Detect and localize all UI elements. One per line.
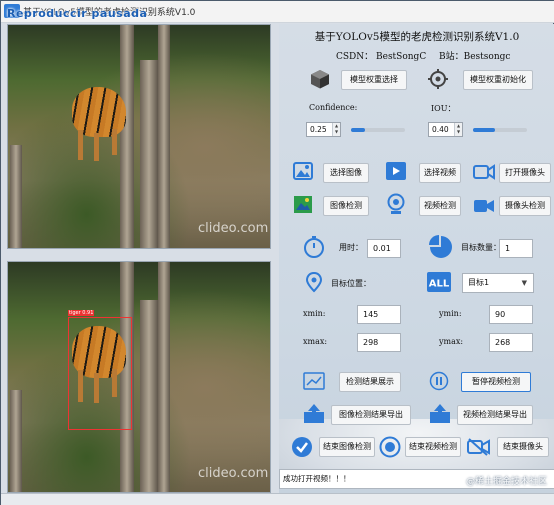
source-watermark: @稀土掘金技术社区: [465, 477, 547, 487]
fence-post: [10, 390, 22, 492]
end-video-button[interactable]: 结束视频检测: [405, 437, 461, 457]
target-select-value: 目标1: [468, 278, 490, 287]
line-chart-icon: [303, 372, 325, 390]
video-detect-button[interactable]: 视频检测: [419, 196, 461, 216]
stop-record-icon: [379, 436, 401, 458]
confidence-slider[interactable]: [351, 128, 405, 132]
video-file-icon: [386, 162, 406, 180]
count-label: 目标数量：: [461, 243, 501, 252]
detection-label: tiger 0.91: [68, 310, 95, 316]
iou-slider[interactable]: [473, 128, 527, 132]
end-image-button[interactable]: 结束图像检测: [319, 437, 375, 457]
all-icon: ALL: [427, 272, 451, 292]
detection-image-view: tiger 0.91 clideo.com: [7, 261, 271, 493]
detection-box: [68, 317, 132, 430]
chevron-down-icon: ▼: [521, 279, 527, 287]
iou-slider-fill: [473, 128, 495, 132]
init-weights-button[interactable]: 模型权重初始化: [463, 70, 533, 90]
spin-arrows-icon[interactable]: ▲ ▼: [454, 123, 462, 136]
bilibili-label: B站：Bestsongc: [439, 52, 511, 62]
xmin-field[interactable]: 145: [357, 305, 401, 324]
camera-detect-button[interactable]: 摄像头检测: [499, 196, 551, 216]
xmax-field[interactable]: 298: [357, 333, 401, 352]
ymax-label: ymax:: [439, 337, 464, 346]
clock-icon: [304, 236, 324, 258]
iou-value: 0.40: [432, 125, 449, 134]
ymin-field[interactable]: 90: [489, 305, 533, 324]
time-label: 用时：: [339, 243, 363, 252]
spin-arrows-icon[interactable]: ▲ ▼: [332, 123, 340, 136]
export-video-button[interactable]: 视频检测结果导出: [457, 405, 533, 425]
check-circle-icon: [292, 437, 312, 457]
control-panel: 基于YOLOv5模型的老虎检测识别系统V1.0 CSDN： BestSongC …: [279, 24, 554, 505]
pie-chart-icon: [429, 235, 452, 258]
webcam-icon: [387, 193, 405, 214]
target-icon: [428, 69, 448, 89]
video-camera-icon: [474, 200, 494, 212]
image-detect-icon: [294, 196, 312, 213]
show-results-button[interactable]: 检测结果展示: [339, 372, 401, 392]
fence-post: [10, 145, 22, 248]
image-detect-button[interactable]: 图像检测: [323, 196, 369, 216]
fence-post: [140, 60, 158, 248]
count-field[interactable]: 1: [499, 239, 533, 258]
fence-post: [158, 25, 170, 248]
pause-icon: [429, 371, 449, 391]
position-label: 目标位置：: [331, 279, 371, 288]
tiger-leg: [94, 133, 99, 161]
tiger-leg: [78, 130, 83, 160]
target-select[interactable]: 目标1 ▼: [462, 273, 534, 293]
confidence-slider-fill: [351, 128, 365, 132]
image-icon: [293, 162, 313, 180]
end-camera-button[interactable]: 结束摄像头: [497, 437, 549, 457]
app-window: 基于YOLOv5模型的老虎检测识别系统V1.0 Reproduccir paus…: [0, 0, 554, 505]
window-status-bar: [1, 493, 554, 505]
xmin-label: xmin:: [303, 309, 326, 318]
fence-post: [158, 262, 170, 492]
fence-post: [140, 300, 158, 492]
csdn-label: CSDN： BestSongC: [336, 52, 427, 62]
confidence-spinbox[interactable]: 0.25 ▲ ▼: [306, 122, 341, 137]
ymax-field[interactable]: 268: [489, 333, 533, 352]
ymin-label: ymin:: [439, 309, 462, 318]
fence-post: [120, 25, 134, 248]
iou-label: IOU：: [431, 104, 456, 113]
select-video-button[interactable]: 选择视频: [419, 163, 461, 183]
original-image-view: clideo.com: [7, 24, 271, 249]
open-camera-button[interactable]: 打开摄像头: [499, 163, 551, 183]
export-video-icon: [430, 404, 450, 423]
cube-icon: [311, 70, 329, 89]
camera-icon: [473, 164, 495, 180]
tiger-scene: [8, 262, 270, 492]
export-image-button[interactable]: 图像检测结果导出: [331, 405, 411, 425]
clideo-watermark: clideo.com: [198, 466, 269, 481]
confidence-value: 0.25: [310, 125, 327, 134]
xmax-label: xmax:: [303, 337, 328, 346]
svg-text:ALL: ALL: [429, 279, 450, 290]
camera-off-icon: [467, 438, 490, 456]
pause-video-button[interactable]: 暂停视频检测: [461, 372, 531, 392]
confidence-label: Confidence:: [309, 103, 358, 112]
tiger-scene: [8, 25, 270, 248]
clideo-watermark: clideo.com: [198, 221, 269, 236]
recorder-watermark: Reproduccir pausada: [7, 7, 148, 20]
iou-spinbox[interactable]: 0.40 ▲ ▼: [428, 122, 463, 137]
panel-title: 基于YOLOv5模型的老虎检测识别系统V1.0: [314, 31, 520, 43]
select-image-button[interactable]: 选择图像: [323, 163, 369, 183]
select-weights-button[interactable]: 模型权重选择: [341, 70, 407, 90]
export-image-icon: [304, 404, 324, 423]
location-pin-icon: [305, 271, 323, 293]
time-field[interactable]: 0.01: [367, 239, 401, 258]
tiger-leg: [112, 129, 117, 155]
